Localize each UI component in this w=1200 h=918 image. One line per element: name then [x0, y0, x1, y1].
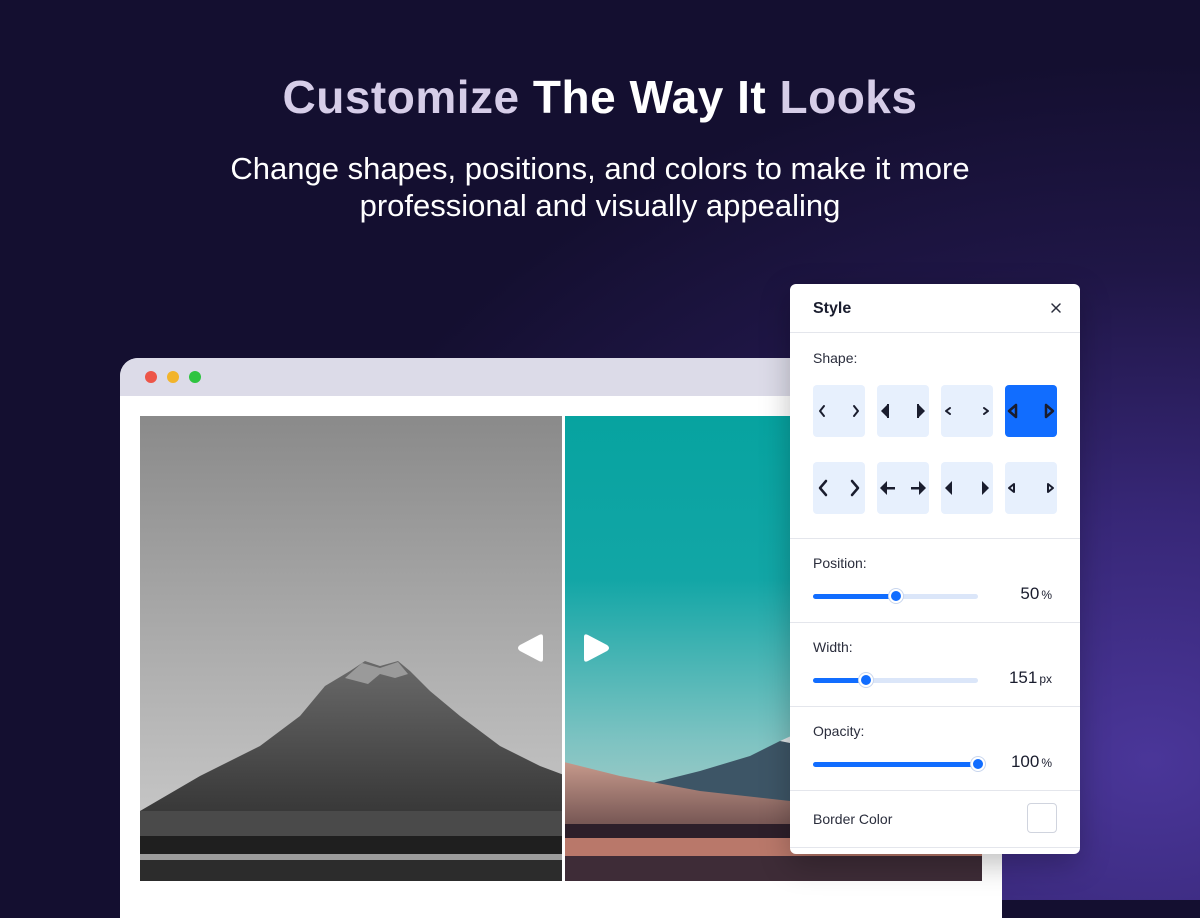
shape-option-arrow[interactable] — [877, 462, 929, 514]
position-number: 50 — [1020, 584, 1040, 603]
width-slider[interactable] — [813, 672, 978, 688]
chevron-small-icon — [945, 407, 989, 415]
slider-thumb[interactable] — [858, 673, 873, 687]
chevron-large-icon — [818, 479, 860, 497]
position-slider[interactable] — [813, 588, 978, 604]
width-unit: px — [1039, 672, 1052, 686]
slider-thumb[interactable] — [971, 757, 985, 771]
window-minimize-button[interactable] — [167, 371, 179, 383]
panel-header: Style — [790, 284, 1080, 333]
shape-option-chevron-small[interactable] — [941, 385, 993, 437]
position-label: Position: — [813, 555, 867, 571]
triangle-solid-icon — [945, 481, 989, 495]
slider-fill — [813, 594, 896, 599]
position-value: 50% — [1020, 584, 1052, 604]
triangle-outline-icon — [1007, 403, 1055, 419]
triangle-tiny-icon — [1008, 483, 1054, 493]
hero-subtitle: Change shapes, positions, and colors to … — [200, 150, 1000, 224]
chevron-thin-icon — [819, 405, 859, 417]
width-label: Width: — [813, 639, 853, 655]
hero-title: Customize The Way It Looks — [0, 70, 1200, 124]
shape-option-triangle-tiny[interactable] — [1005, 462, 1057, 514]
shape-section: Shape: — [790, 333, 1080, 539]
window-maximize-button[interactable] — [189, 371, 201, 383]
shape-option-triangle-outline[interactable] — [1005, 385, 1057, 437]
divider-line — [562, 416, 565, 881]
hero-title-part2: The Way It — [532, 71, 767, 123]
border-color-swatch[interactable] — [1027, 803, 1057, 833]
slider-fill — [813, 762, 978, 767]
hero-title-part1: Customize — [282, 71, 533, 123]
opacity-value: 100% — [1011, 752, 1052, 772]
style-panel: Style Shape: Position: 50 % Width: 151 p… — [790, 284, 1080, 854]
shape-option-triangle-solid[interactable] — [941, 462, 993, 514]
opacity-label: Opacity: — [813, 723, 865, 739]
border-color-section: Border Color — [790, 791, 1080, 848]
opacity-number: 100 — [1010, 752, 1040, 771]
hero-subtitle-line1: Change shapes, positions, and colors to … — [230, 151, 970, 186]
shape-label: Shape: — [813, 350, 858, 366]
position-section: Position: 50% — [790, 539, 1080, 623]
hero-subtitle-line2: professional and visually appealing — [359, 188, 841, 223]
panel-title: Style — [813, 300, 852, 317]
slider-fill — [813, 678, 866, 683]
arrow-icon — [880, 481, 926, 495]
width-value: 151 px — [1009, 668, 1052, 688]
width-number: 151 — [1008, 668, 1038, 687]
window-close-button[interactable] — [145, 371, 157, 383]
opacity-section: Opacity: 100% — [790, 707, 1080, 791]
triangle-bar-icon — [881, 404, 925, 418]
opacity-slider[interactable] — [813, 756, 985, 772]
shape-option-chevron-large[interactable] — [813, 462, 865, 514]
width-section: Width: 151 px — [790, 623, 1080, 707]
hero-title-part3: Looks — [766, 71, 918, 123]
opacity-unit: % — [1041, 756, 1052, 770]
shape-option-triangle-bar[interactable] — [877, 385, 929, 437]
shape-option-chevron-thin[interactable] — [813, 385, 865, 437]
slider-thumb[interactable] — [888, 589, 903, 603]
position-unit: % — [1041, 588, 1052, 602]
close-icon[interactable] — [1046, 298, 1066, 318]
border-color-label: Border Color — [813, 811, 893, 827]
